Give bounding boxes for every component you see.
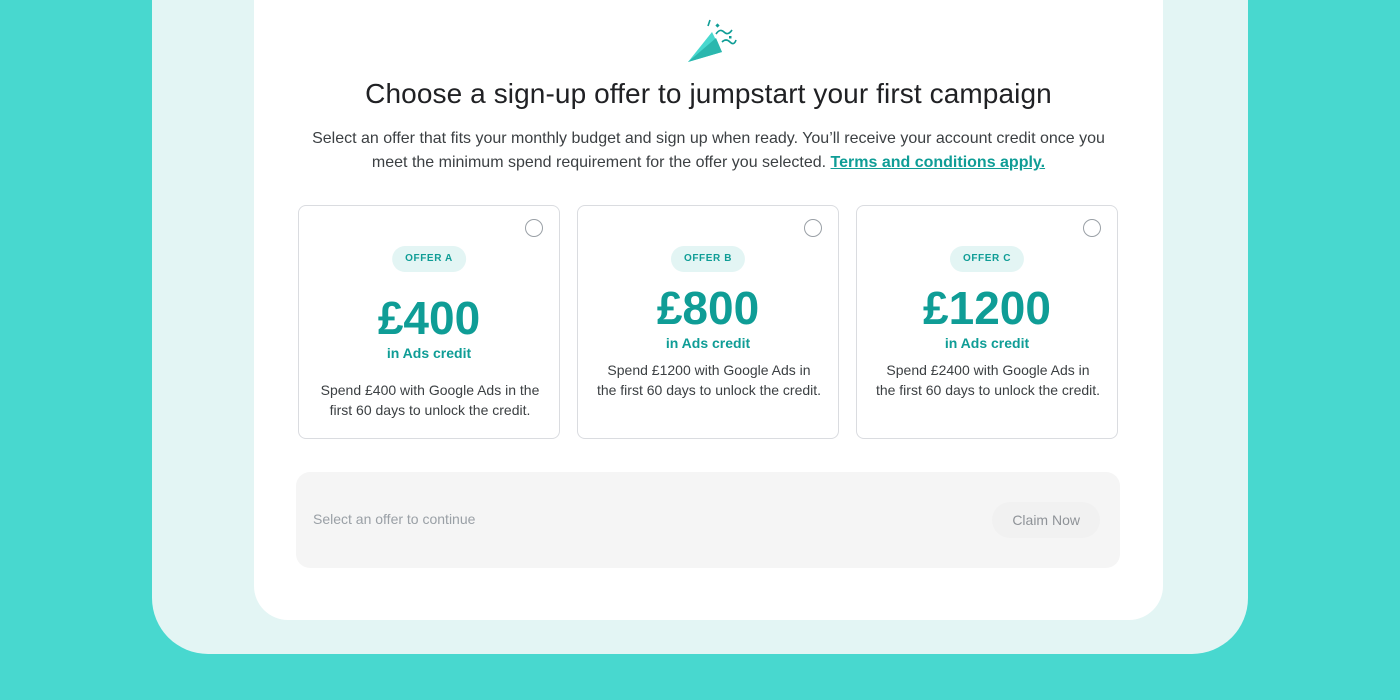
offer-c-badge: OFFER C (949, 246, 1025, 272)
offer-a-amount: £400 (377, 292, 481, 344)
offer-b-radio[interactable] (804, 219, 822, 237)
claim-now-button[interactable]: Claim Now (992, 502, 1100, 538)
offer-c-requirement: Spend £2400 with Google Ads in the first… (875, 362, 1101, 398)
offer-b-badge: OFFER B (670, 246, 746, 272)
offer-card-c[interactable]: OFFER C £1200 in Ads credit Spend £2400 … (856, 205, 1118, 439)
footer-action-bar: Select an offer to continue Claim Now (296, 472, 1120, 568)
offer-c-amount: £1200 (923, 282, 1051, 334)
terms-link[interactable]: Terms and conditions apply. (831, 154, 1046, 171)
offer-a-radio[interactable] (525, 219, 543, 237)
offer-a-badge: OFFER A (392, 246, 466, 272)
offer-b-requirement: Spend £1200 with Google Ads in the first… (596, 362, 822, 398)
offer-c-credit-label: in Ads credit (944, 335, 1030, 351)
offer-c-radio[interactable] (1083, 219, 1101, 237)
offer-card-b[interactable]: OFFER B £800 in Ads credit Spend £1200 w… (577, 205, 839, 439)
offer-card-a[interactable]: OFFER A £400 in Ads credit Spend £400 wi… (298, 205, 560, 439)
party-popper-icon (688, 19, 737, 62)
offer-b-amount: £800 (656, 282, 760, 334)
offer-a-requirement: Spend £400 with Google Ads in the first … (320, 382, 540, 418)
footer-hint: Select an offer to continue (313, 511, 476, 527)
page-title: Choose a sign-up offer to jumpstart your… (365, 78, 1052, 109)
offer-b-credit-label: in Ads credit (665, 335, 751, 351)
offer-a-credit-label: in Ads credit (386, 345, 472, 361)
offer-description: Select an offer that fits your monthly b… (300, 127, 1117, 175)
